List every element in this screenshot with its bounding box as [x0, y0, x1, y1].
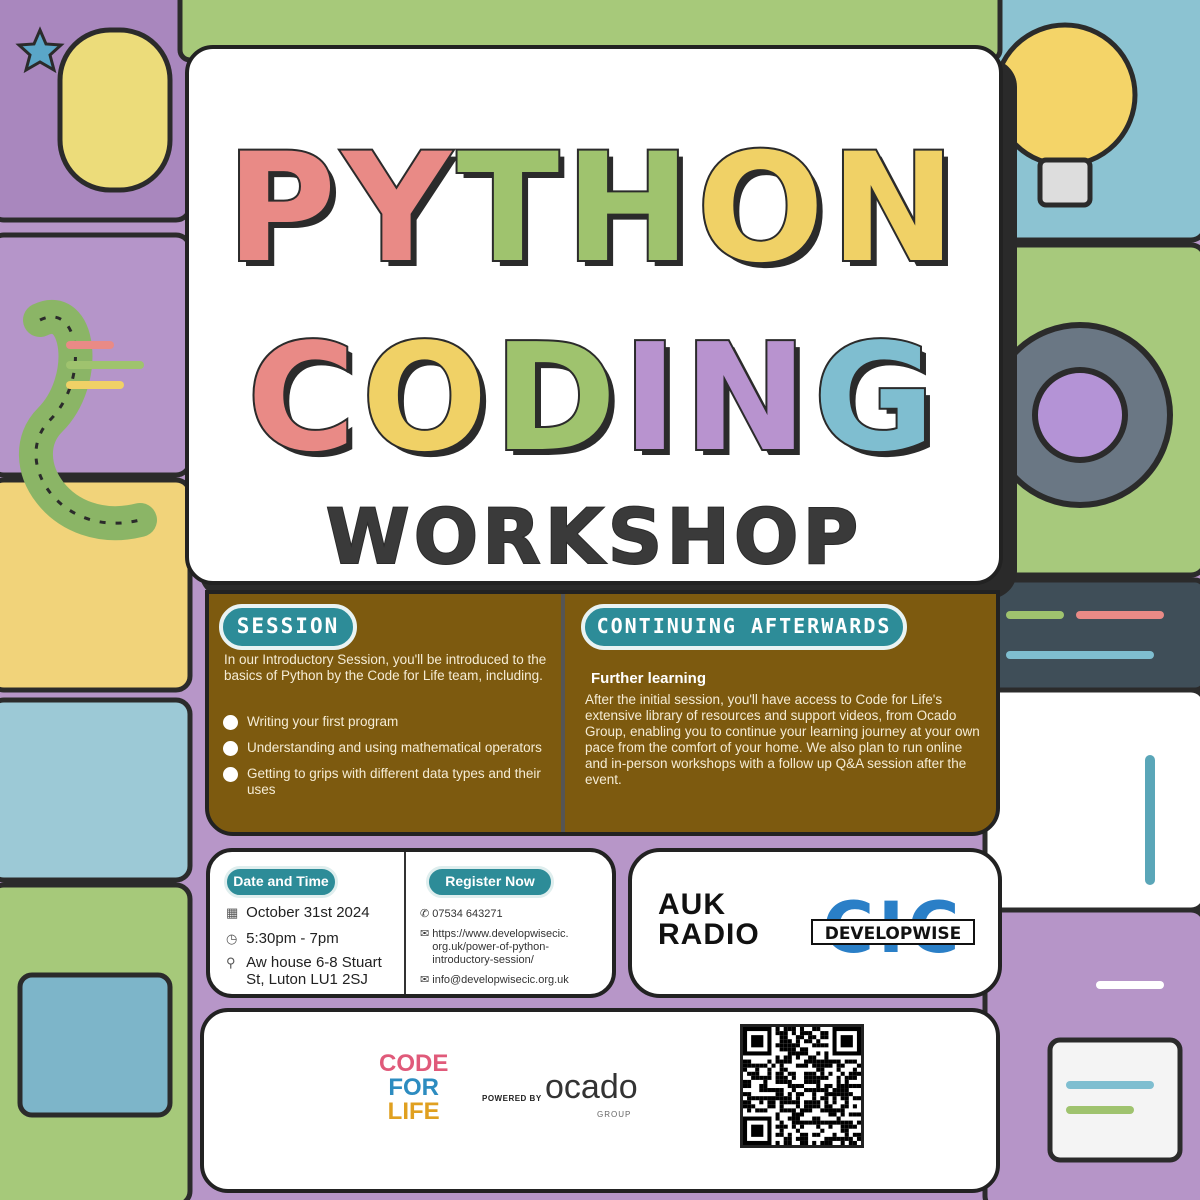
address-line: St, Luton LU1 2SJ: [246, 971, 368, 988]
address-line: Aw house 6-8 Stuart: [246, 954, 382, 971]
date-time-heading: Date and Time: [224, 866, 338, 898]
url-line: https://www.developwisecic.: [432, 928, 569, 940]
session-intro: In our Introductory Session, you'll be i…: [224, 652, 547, 683]
title-letter: G: [811, 312, 941, 484]
panel-divider: [561, 594, 565, 832]
list-item: Understanding and using mathematical ope…: [221, 740, 556, 756]
developwise-cic-logo: CIC DEVELOPWISE: [811, 890, 975, 969]
mail-icon: ✉: [420, 928, 430, 940]
footer-panel: CODE FOR LIFE POWERED BY ocado GROUP: [200, 1008, 1000, 1193]
phone-icon: ✆: [420, 908, 430, 920]
event-date: October 31st 2024: [246, 904, 370, 921]
bullet-text: Writing your first program: [247, 714, 399, 729]
title-letter: N: [828, 122, 962, 296]
location-pin-icon: ⚲: [226, 955, 236, 970]
event-time: 5:30pm - 7pm: [246, 930, 339, 947]
title-letter: H: [563, 122, 697, 296]
logo-text: LIFE: [387, 1098, 440, 1125]
ocado-logo: ocado: [545, 1068, 638, 1106]
continuing-heading: CONTINUING AFTERWARDS: [581, 604, 907, 650]
time-row: ◷ 5:30pm - 7pm: [226, 930, 339, 947]
event-address: Aw house 6-8 Stuart St, Luton LU1 2SJ: [246, 954, 382, 988]
further-learning-body: After the initial session, you'll have a…: [585, 692, 980, 787]
session-bullet-list: Writing your first program Understanding…: [221, 714, 556, 808]
bullet-icon: [223, 715, 238, 730]
powered-by-label: POWERED BY: [482, 1094, 542, 1103]
list-item: Writing your first program: [221, 714, 556, 730]
phone-row[interactable]: ✆ 07534 643271: [420, 908, 503, 921]
info-panel: SESSION In our Introductory Session, you…: [205, 590, 1000, 836]
title-letter: O: [695, 122, 831, 296]
phone-number[interactable]: 07534 643271: [432, 908, 502, 920]
calendar-icon: ▦: [226, 905, 239, 920]
code-for-life-logo: CODE FOR LIFE: [379, 1052, 448, 1124]
title-letter: O: [360, 312, 494, 484]
title-letter: N: [682, 312, 814, 484]
date-row: ▦ October 31st 2024: [226, 904, 370, 921]
title-letter: T: [455, 122, 566, 296]
list-item: Getting to grips with different data typ…: [221, 766, 556, 798]
title-letter: Y: [340, 122, 457, 296]
url-row[interactable]: ✉ https://www.developwisecic. org.uk/pow…: [420, 928, 569, 967]
title-letter: I: [620, 312, 684, 484]
title-letter: D: [492, 312, 623, 484]
url-line: org.uk/power-of-python-: [432, 941, 550, 953]
address-row: ⚲ Aw house 6-8 Stuart St, Luton LU1 2SJ: [226, 954, 382, 988]
developwise-text: DEVELOPWISE: [825, 924, 962, 944]
register-link[interactable]: https://www.developwisecic. org.uk/power…: [432, 928, 568, 967]
qr-code[interactable]: [740, 1024, 864, 1148]
bullet-icon: [223, 741, 238, 756]
mail-icon: ✉: [420, 974, 430, 986]
logo-text: FOR: [388, 1074, 439, 1101]
bullet-icon: [223, 767, 238, 782]
url-line: introductory-session/: [432, 954, 534, 966]
further-learning-heading: Further learning: [591, 670, 707, 687]
email-row[interactable]: ✉ info@developwisecic.org.uk: [420, 974, 569, 987]
logo-text: AUK: [658, 888, 726, 921]
email-address[interactable]: info@developwisecic.org.uk: [432, 974, 569, 986]
title-letter: P: [224, 122, 343, 296]
contact-divider: [404, 852, 406, 994]
logo-text: CODE: [379, 1050, 449, 1077]
auk-radio-logo: AUK RADIO: [658, 890, 760, 950]
title-card: PYTHON CODING WORKSHOP: [185, 45, 1003, 585]
logo-text: RADIO: [658, 918, 760, 951]
clock-icon: ◷: [226, 931, 238, 946]
sponsors-panel: AUK RADIO CIC DEVELOPWISE: [628, 848, 1002, 998]
title-workshop: WORKSHOP: [325, 492, 863, 581]
session-heading: SESSION: [219, 604, 357, 650]
bullet-text: Understanding and using mathematical ope…: [247, 740, 542, 755]
title-python: PYTHON: [189, 122, 999, 296]
title-letter: C: [245, 312, 362, 484]
title-coding: CODING: [189, 312, 999, 484]
bullet-text: Getting to grips with different data typ…: [247, 766, 541, 797]
register-heading: Register Now: [426, 866, 554, 898]
contact-panel: Date and Time ▦ October 31st 2024 ◷ 5:30…: [206, 848, 616, 998]
ocado-group-label: GROUP: [597, 1110, 632, 1119]
